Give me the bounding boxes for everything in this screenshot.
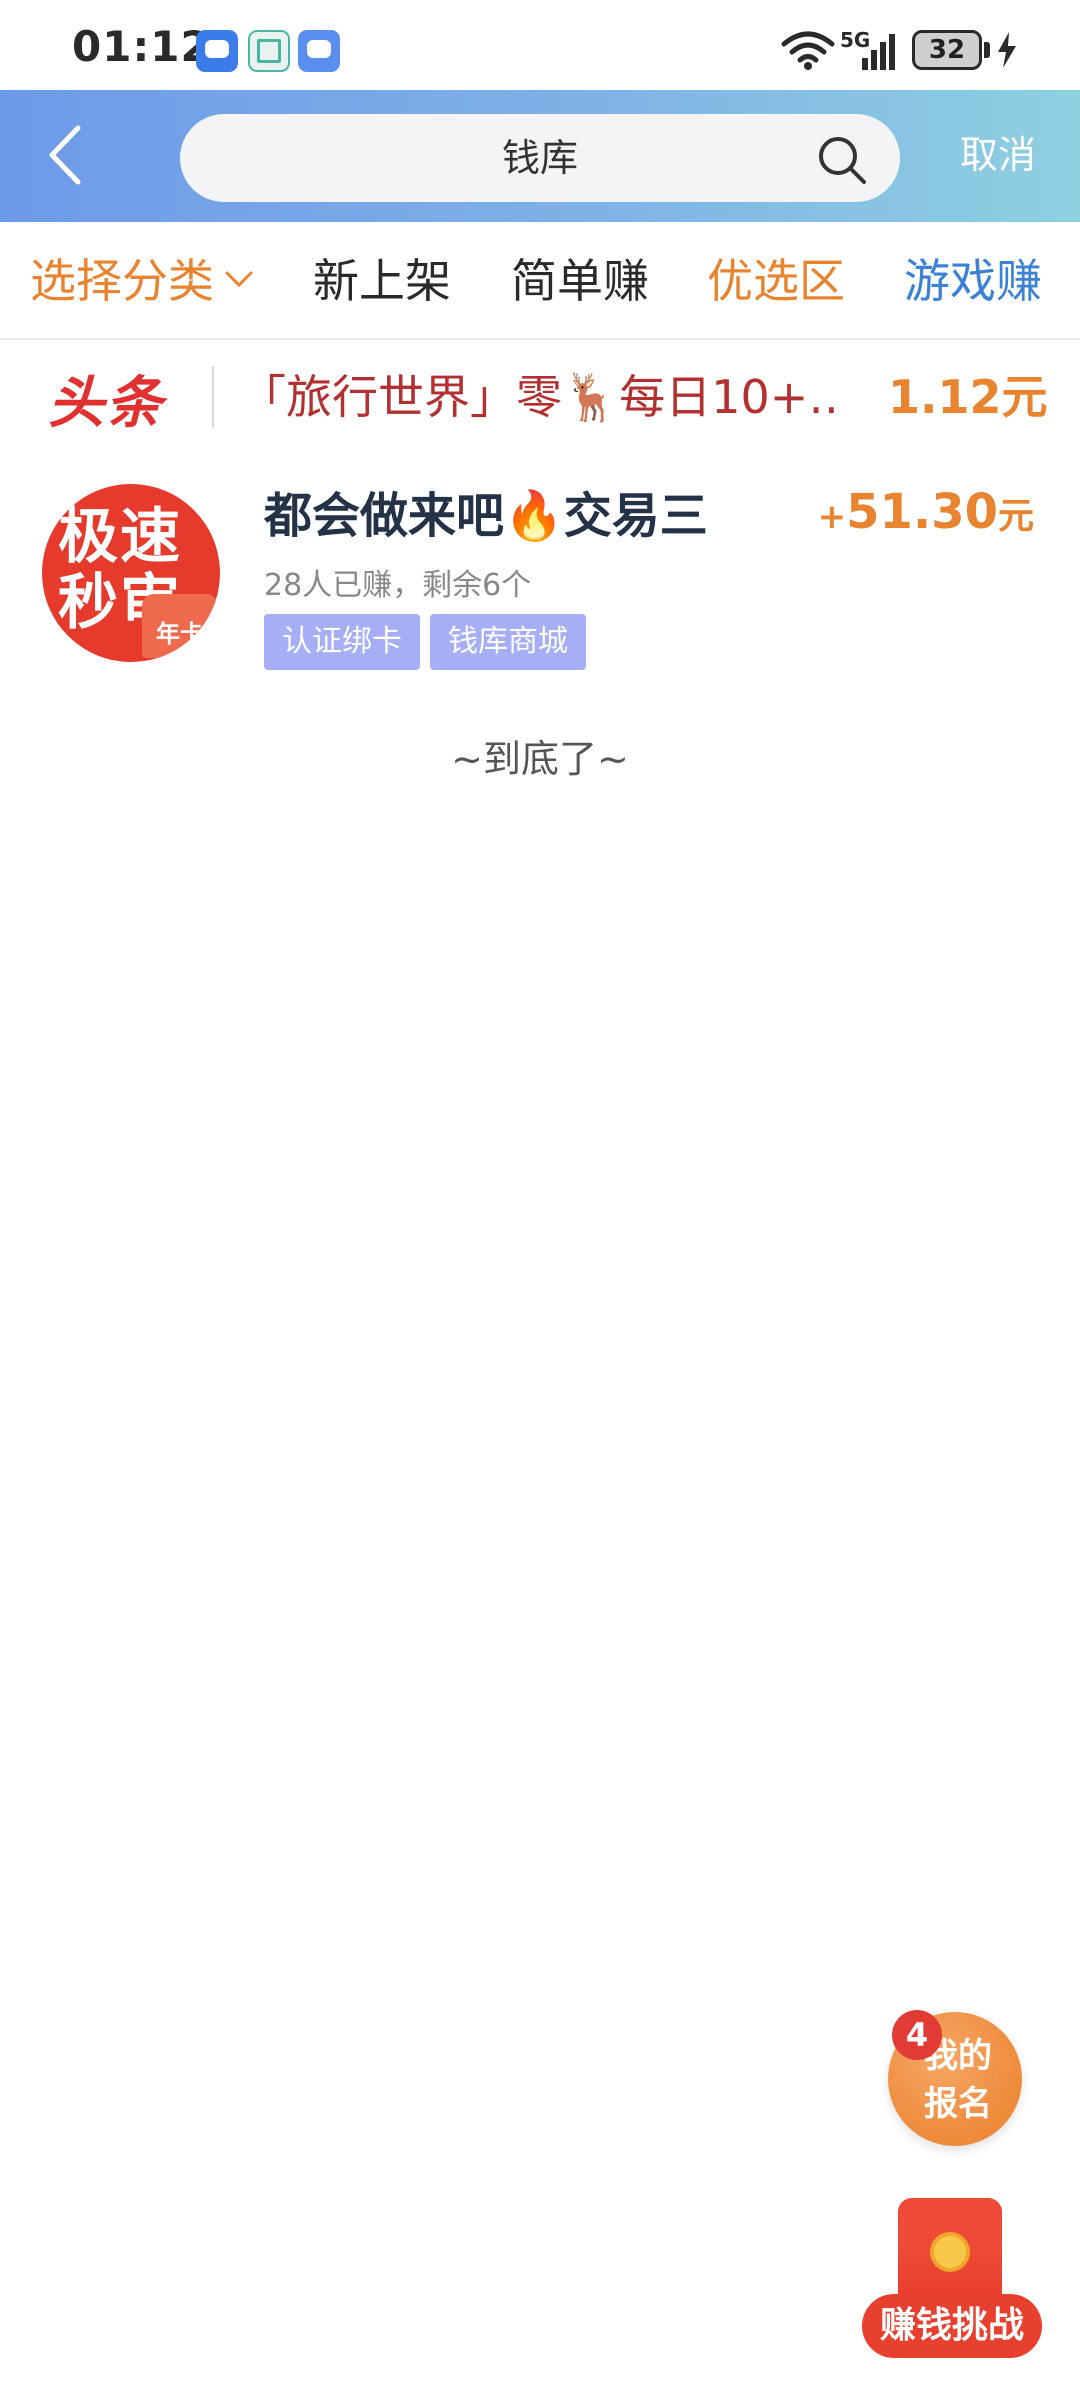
search-query: 钱库 (501, 136, 578, 180)
signal-icon (862, 34, 895, 70)
task-reward-sign: + (817, 497, 847, 537)
task-avatar-badge: 年卡 (142, 594, 218, 658)
battery-level: 32 (912, 30, 982, 70)
task-reward-amount: 51.30 (846, 484, 998, 540)
tab-simple-earn[interactable]: 简单赚 (511, 222, 649, 340)
xianyu-app-icon (248, 30, 290, 72)
headline-divider (212, 366, 214, 428)
status-bar: 01:12 5G 32 (0, 0, 1080, 90)
search-header: 钱库 取消 (0, 90, 1080, 222)
task-list-item[interactable]: 极速秒审 年卡 都会做来吧🔥交易三 +51.30元 28人已赚，剩余6个 认证绑… (0, 454, 1080, 684)
task-reward-unit: 元 (997, 496, 1034, 537)
earn-challenge-button[interactable]: 赚钱挑战 (862, 2196, 1042, 2372)
message-app-icon (298, 30, 340, 72)
chat-app-icon (196, 30, 238, 72)
search-input[interactable]: 钱库 (180, 114, 900, 202)
back-arrow-icon[interactable] (38, 120, 98, 190)
list-end-text: ~到底了~ (451, 737, 629, 781)
earn-challenge-label: 赚钱挑战 (862, 2294, 1042, 2358)
task-title: 都会做来吧🔥交易三 (264, 488, 708, 544)
tab-new-listings[interactable]: 新上架 (313, 222, 451, 340)
headline-logo: 头条 (48, 371, 164, 436)
tab-select-category-label: 选择分类 (30, 254, 214, 308)
task-meta: 28人已赚，剩余6个 (264, 568, 532, 603)
cancel-button[interactable]: 取消 (960, 120, 1036, 190)
headline-text: 「旅行世界」零🦌每日10+… (240, 370, 840, 424)
task-tags: 认证绑卡 钱库商城 (264, 614, 586, 670)
charging-icon (998, 32, 1016, 68)
battery-nub (984, 42, 990, 58)
wifi-icon (781, 31, 835, 70)
search-icon[interactable] (816, 134, 870, 188)
status-time: 01:12 (72, 22, 211, 71)
chevron-down-icon (225, 271, 253, 287)
tab-game-earn[interactable]: 游戏赚 (904, 222, 1042, 340)
task-reward: +51.30元 (818, 484, 1034, 540)
task-tag: 钱库商城 (430, 614, 586, 670)
task-tag: 认证绑卡 (264, 614, 420, 670)
tab-select-category[interactable]: 选择分类 (30, 222, 254, 340)
headline-banner[interactable]: 头条 「旅行世界」零🦌每日10+… 1.12元 (0, 340, 1080, 454)
signup-count-badge: 4 (892, 2010, 942, 2060)
category-tabs: 选择分类 新上架 简单赚 优选区 游戏赚 (0, 222, 1080, 340)
task-avatar: 极速秒审 年卡 (42, 484, 220, 662)
tab-preferred[interactable]: 优选区 (707, 222, 845, 340)
headline-price: 1.12元 (888, 370, 1048, 424)
